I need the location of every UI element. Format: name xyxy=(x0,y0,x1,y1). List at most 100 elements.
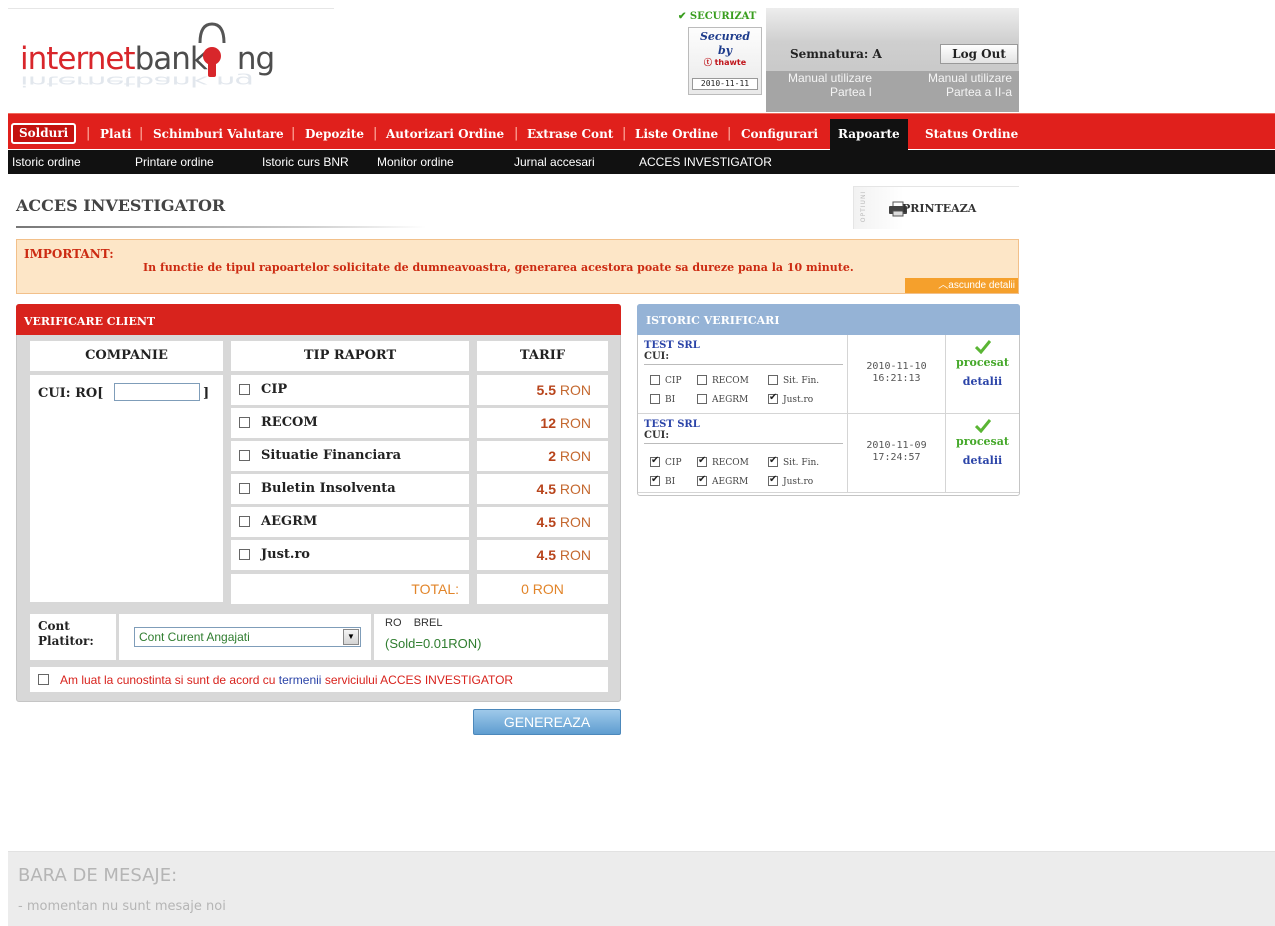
panel-title: VERIFICARE CLIENT xyxy=(24,315,156,328)
report-checkbox[interactable] xyxy=(239,483,250,494)
thawte-icon: ⓣ xyxy=(703,58,712,67)
details-link[interactable]: detalii xyxy=(946,454,1019,467)
tarif-aegrm: 4.5 RON xyxy=(477,507,608,537)
menu-autorizari-ordine[interactable]: Autorizari Ordine xyxy=(386,127,504,141)
report-checkbox[interactable] xyxy=(239,549,250,560)
company-name[interactable]: TEST SRL xyxy=(644,340,700,351)
menu-solduri[interactable]: Solduri xyxy=(11,123,77,144)
verificare-client-panel: VERIFICARE CLIENT COMPANIE TIP RAPORT TA… xyxy=(16,304,621,702)
logout-button[interactable]: Log Out xyxy=(940,44,1018,64)
report-row-recom[interactable]: RECOM xyxy=(231,408,469,438)
option-aegrm: AEGRM xyxy=(697,474,748,487)
submenu-monitor-ordine[interactable]: Monitor ordine xyxy=(377,155,454,169)
signature-label: Semnatura: A xyxy=(790,47,882,61)
header-companie: COMPANIE xyxy=(30,341,223,371)
tarif-situatie-financiara: 2 RON xyxy=(477,441,608,471)
history-datetime: 2010-11-10 16:21:13 xyxy=(848,335,946,413)
report-checkbox[interactable] xyxy=(239,417,250,428)
thawte-seal[interactable]: Secured by ⓣ thawte 2010-11-11 xyxy=(688,27,762,95)
report-row-aegrm[interactable]: AEGRM xyxy=(231,507,469,537)
report-checkbox[interactable] xyxy=(239,450,250,461)
submenu-acces-investigator[interactable]: ACCES INVESTIGATOR xyxy=(639,155,772,169)
menu-plati[interactable]: Plati xyxy=(100,127,131,141)
menu-extrase-cont[interactable]: Extrase Cont xyxy=(527,127,613,141)
cont-iban: RO BREL xyxy=(385,617,443,629)
option-aegrm: AEGRM xyxy=(697,394,748,405)
report-row-situatie-financiara[interactable]: Situatie Financiara xyxy=(231,441,469,471)
menu-schimburi-valutare[interactable]: Schimburi Valutare xyxy=(153,127,284,141)
check-icon: ✔ xyxy=(678,11,687,22)
page-title: ACCES INVESTIGATOR xyxy=(16,196,226,215)
check-icon xyxy=(975,419,991,433)
option-recom: RECOM xyxy=(697,455,749,468)
status-badge: procesat xyxy=(956,435,1009,448)
submenu-jurnal-accesari[interactable]: Jurnal accesari xyxy=(514,155,595,169)
hide-details-link[interactable]: ︿ascunde detalii xyxy=(905,278,1018,293)
submenu-printare-ordine[interactable]: Printare ordine xyxy=(135,155,214,169)
option-recom: RECOM xyxy=(697,375,749,386)
user-panel: Semnatura: A Log Out Manual utilizare Pa… xyxy=(766,8,1019,112)
options-panel: OPTIUNI PRINTEAZA xyxy=(853,186,1019,229)
cont-select-cell: Cont Curent Angajati ▼ xyxy=(119,614,371,660)
istoric-verificari-panel: ISTORIC VERIFICARI TEST SRL CUI: CIP REC… xyxy=(637,304,1020,496)
title-divider xyxy=(16,226,426,228)
menu-liste-ordine[interactable]: Liste Ordine xyxy=(635,127,718,141)
cont-platitor-label: Cont Platitor: xyxy=(30,614,116,660)
terms-row: Am luat la cunostinta si sunt de acord c… xyxy=(30,667,608,692)
lock-icon xyxy=(198,22,226,77)
option-cip: CIP xyxy=(650,375,682,386)
cui-input[interactable] xyxy=(114,383,200,401)
option-just-ro: Just.ro xyxy=(768,474,813,487)
history-row: TEST SRL CUI: CIP RECOM Sit. Fin. BI AEG… xyxy=(638,335,1019,414)
tarif-cip: 5.5 RON xyxy=(477,375,608,405)
report-row-cip[interactable]: CIP xyxy=(231,375,469,405)
report-row-buletin-insolventa[interactable]: Buletin Insolventa xyxy=(231,474,469,504)
manual-part1-link[interactable]: Manual utilizare Partea I xyxy=(772,71,872,99)
manual-part2-link[interactable]: Manual utilizare Partea a II-a xyxy=(902,71,1012,99)
chevron-up-icon: ︿ xyxy=(938,280,949,291)
terms-link[interactable]: termenii xyxy=(279,673,322,687)
cont-platitor-select[interactable]: Cont Curent Angajati ▼ xyxy=(134,627,361,647)
tarif-just-ro: 4.5 RON xyxy=(477,540,608,570)
main-menu: Solduri | Plati | Schimburi Valutare | D… xyxy=(8,113,1275,150)
seal-date: 2010-11-11 xyxy=(692,78,758,90)
report-checkbox[interactable] xyxy=(239,384,250,395)
print-button[interactable]: PRINTEAZA xyxy=(902,202,976,215)
message-bar-title: BARA DE MESAJE: xyxy=(18,865,178,886)
logo-text: internetbank ng xyxy=(20,41,275,77)
option-sit-fin: Sit. Fin. xyxy=(768,455,819,468)
menu-depozite[interactable]: Depozite xyxy=(305,127,364,141)
submenu-istoric-curs-bnr[interactable]: Istoric curs BNR xyxy=(262,155,349,169)
option-sit-fin: Sit. Fin. xyxy=(768,375,819,386)
terms-checkbox[interactable] xyxy=(38,674,49,685)
menu-status-ordine[interactable]: Status Ordine xyxy=(925,127,1018,141)
cont-info-cell: RO BREL (Sold=0.01RON) xyxy=(374,614,608,660)
companie-cell: CUI: RO[ ] xyxy=(30,375,223,602)
tarif-buletin-insolventa: 4.5 RON xyxy=(477,474,608,504)
company-name[interactable]: TEST SRL xyxy=(644,419,700,430)
header-tip-raport: TIP RAPORT xyxy=(231,341,469,371)
option-cip: CIP xyxy=(650,455,682,468)
total-label: TOTAL: xyxy=(231,574,469,604)
check-icon xyxy=(975,340,991,354)
important-notice: IMPORTANT: In functie de tipul rapoartel… xyxy=(16,239,1019,294)
total-value: 0 RON xyxy=(477,574,608,604)
terms-text: Am luat la cunostinta si sunt de acord c… xyxy=(60,673,514,687)
report-checkbox[interactable] xyxy=(239,516,250,527)
message-bar-text: - momentan nu sunt mesaje noi xyxy=(18,899,226,914)
tarif-recom: 12 RON xyxy=(477,408,608,438)
important-label: IMPORTANT: xyxy=(24,247,114,261)
panel-title: ISTORIC VERIFICARI xyxy=(646,314,780,327)
menu-configurari[interactable]: Configurari xyxy=(741,127,818,141)
dropdown-arrow-icon[interactable]: ▼ xyxy=(343,629,359,645)
report-row-just-ro[interactable]: Just.ro xyxy=(231,540,469,570)
submenu-istoric-ordine[interactable]: Istoric ordine xyxy=(12,155,81,169)
menu-rapoarte[interactable]: Rapoarte xyxy=(830,119,908,150)
option-just-ro: Just.ro xyxy=(768,392,813,405)
message-bar: BARA DE MESAJE: - momentan nu sunt mesaj… xyxy=(8,851,1275,926)
genereaza-button[interactable]: GENEREAZA xyxy=(473,709,621,735)
details-link[interactable]: detalii xyxy=(946,375,1019,388)
bank-logo: internetbank ng internetbank ng xyxy=(8,8,334,113)
cont-sold: (Sold=0.01RON) xyxy=(385,636,482,651)
header-tarif: TARIF xyxy=(477,341,608,371)
